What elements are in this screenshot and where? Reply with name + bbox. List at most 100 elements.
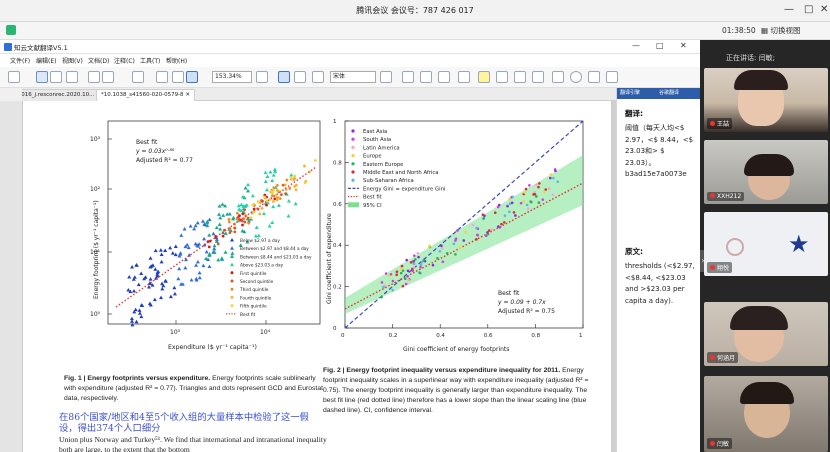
fig2-point (406, 269, 410, 273)
panel-tab-engine[interactable]: 翻译引擎 (620, 89, 640, 96)
fig1-point (158, 248, 163, 252)
text-select-icon[interactable] (88, 71, 100, 83)
tab-document-2-label: *10.1038_s41560-020-0579-8 (101, 92, 184, 98)
fig2-bestfit-r2: Adjusted R² = 0.75 (498, 308, 555, 315)
reader-minimize-icon[interactable]: — (632, 41, 640, 50)
fig2-xlabel: Gini coefficient of energy footprints (403, 346, 509, 353)
fig2-point (413, 254, 416, 257)
fig1-point (159, 259, 164, 264)
participant-tile-3[interactable]: ★ 翔悦 (704, 212, 828, 276)
network-signal-icon[interactable] (6, 25, 16, 35)
switch-view-label: 切换视图 (770, 26, 801, 35)
fig1-point (263, 179, 268, 184)
menu-item[interactable]: 工具(T) (140, 56, 160, 65)
highlight-text-icon[interactable] (478, 71, 490, 83)
fig1-point (204, 256, 209, 260)
open-icon[interactable] (8, 71, 20, 83)
fig2-point (486, 231, 489, 234)
fig2-point (440, 246, 444, 250)
fig2-point (541, 198, 545, 201)
close-icon[interactable]: ✕ (820, 3, 828, 17)
move-icon[interactable] (256, 71, 268, 83)
fig1-point (217, 212, 222, 216)
tab-document-2[interactable]: *10.1038_s41560-020-0579-8 ✕ (96, 89, 195, 101)
underline-icon[interactable] (438, 71, 450, 83)
snapshot-icon[interactable] (294, 71, 306, 83)
fig2-point (400, 264, 404, 268)
line-tool-icon[interactable] (606, 71, 618, 83)
fig1-point (134, 319, 139, 324)
fig2-point (395, 270, 399, 274)
text-tool-icon[interactable] (458, 71, 470, 83)
fig2-point (410, 267, 414, 271)
text-color-icon[interactable] (380, 71, 392, 83)
lasso-icon[interactable] (172, 71, 184, 83)
panel-tab-google[interactable]: 谷歌翻译 (659, 89, 679, 96)
fig2-point (403, 277, 407, 280)
menu-item[interactable]: 编辑(E) (36, 56, 56, 65)
menu-item[interactable]: 文档(D) (88, 56, 109, 65)
fig1-ytick-label: 10² (90, 186, 101, 193)
fig1-point (212, 243, 217, 248)
save-as-icon[interactable] (50, 71, 62, 83)
fig2-point (475, 226, 478, 230)
fig1-point (227, 217, 231, 221)
fig2-legend-marker (351, 129, 355, 133)
fig2-point (552, 176, 555, 180)
fig1-point (216, 257, 221, 262)
bold-icon[interactable] (402, 71, 414, 83)
participant-tile-2[interactable]: XXH212 (704, 140, 828, 204)
crop-icon[interactable] (156, 71, 168, 83)
font-select[interactable]: 宋体 (330, 71, 376, 83)
fig2-legend-marker (351, 154, 355, 158)
document-viewer[interactable]: 10³ 10² 10¹ 10⁰ 10³ 10⁴ Best fit y = 0.03x⁰·⁸… (0, 101, 616, 452)
undo-icon[interactable] (102, 71, 114, 83)
hand-tool-icon[interactable] (278, 71, 290, 83)
fig2-point (508, 197, 511, 201)
fig1-point (227, 220, 231, 224)
maximize-icon[interactable]: □ (804, 3, 813, 17)
reader-close-icon[interactable]: ✕ (680, 41, 687, 50)
switch-view-button[interactable]: ▦ 切换视图 (761, 25, 800, 36)
fig2-point (542, 190, 546, 194)
fig2-point (431, 263, 435, 267)
menu-item[interactable]: 文件(F) (10, 56, 30, 65)
fig2-point (482, 216, 486, 220)
zoom-icon[interactable] (132, 71, 144, 83)
menu-item[interactable]: 帮助(H) (166, 56, 187, 65)
strikeout-icon[interactable] (514, 71, 526, 83)
polygon-tool-icon[interactable] (588, 71, 600, 83)
ellipse-tool-icon[interactable] (570, 71, 582, 83)
note-icon[interactable] (532, 71, 544, 83)
menu-item[interactable]: 视图(V) (62, 56, 83, 65)
fig2-point (401, 284, 405, 288)
fig1-point (192, 226, 197, 231)
underline-text-icon[interactable] (496, 71, 508, 83)
zoom-select[interactable]: 153.34% (212, 71, 252, 83)
print-icon[interactable] (66, 71, 78, 83)
fig1-xtick-label: 10³ (170, 329, 181, 336)
participant-name: 闫敏 (707, 438, 733, 449)
fig1-point (207, 245, 211, 249)
figure1-caption: Fig. 1 | Energy footprints versus expend… (64, 374, 329, 404)
rectangle-tool-icon[interactable] (552, 71, 564, 83)
body-text: Union plus Norway and Turkey⁵¹. We find … (59, 435, 327, 452)
tab-close-icon[interactable]: ✕ (185, 92, 190, 98)
italic-icon[interactable] (420, 71, 432, 83)
participant-tile-5[interactable]: 闫敏 (704, 376, 828, 452)
fig1-point (246, 216, 250, 220)
menu-item[interactable]: 注释(C) (114, 56, 135, 65)
fig1-point (246, 182, 251, 187)
highlight-icon[interactable] (312, 71, 324, 83)
reader-maximize-icon[interactable]: □ (656, 41, 664, 50)
fig1-point (132, 275, 137, 279)
minimize-icon[interactable]: — (784, 3, 794, 17)
star-decoration-icon: ★ (788, 230, 810, 258)
participant-tile-4[interactable]: 何涵月 (704, 302, 828, 366)
fig1-point (132, 289, 137, 293)
fit-page-icon[interactable] (186, 71, 198, 83)
save-icon[interactable] (36, 71, 48, 83)
figure1-chart: 10³10²10¹10⁰10³ 10⁴ Best fit y = 0.03x⁰·⁸… (90, 120, 321, 351)
participant-tile-1[interactable]: 王喆 (704, 68, 828, 132)
fig2-point (533, 192, 537, 196)
